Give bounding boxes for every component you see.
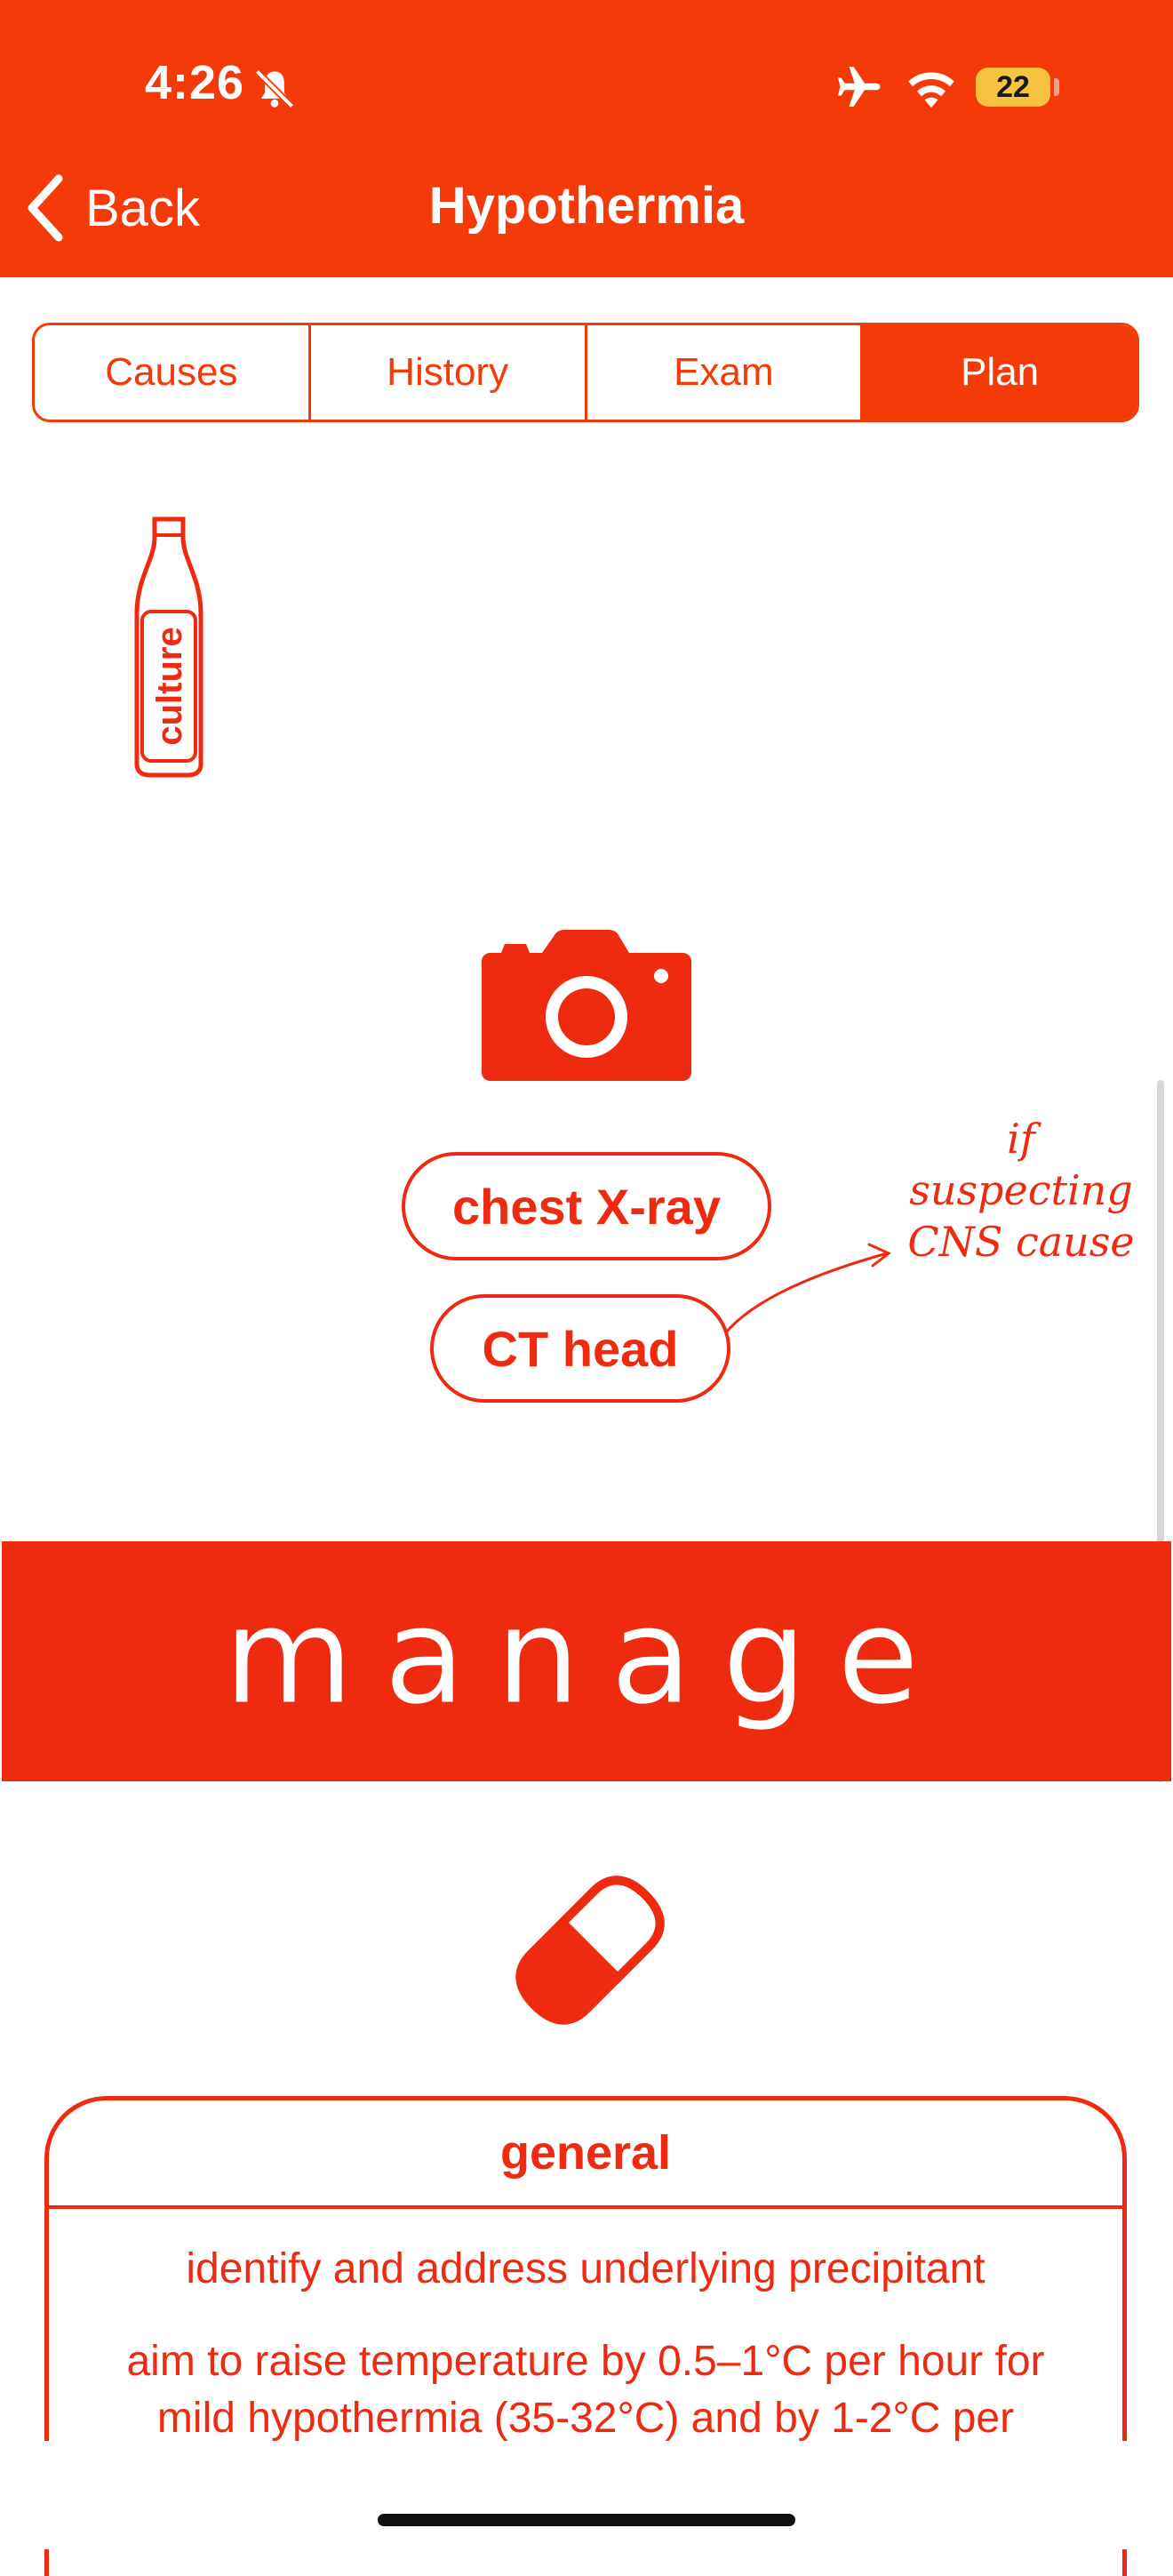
annotation-line: if: [1007, 1115, 1035, 1163]
home-indicator[interactable]: [378, 2514, 795, 2526]
ct-head-pill[interactable]: CT head: [430, 1294, 730, 1403]
card-title: general: [49, 2100, 1122, 2209]
manage-heading: manage: [223, 1580, 950, 1734]
tab-causes[interactable]: Causes: [35, 325, 311, 420]
capsule-icon: [515, 1876, 665, 2025]
tab-bar: Causes History Exam Plan: [32, 323, 1139, 422]
annotation-line: suspecting: [909, 1166, 1133, 1214]
tab-history[interactable]: History: [311, 325, 587, 420]
bell-slash-icon: [254, 68, 295, 109]
status-time: 4:26: [145, 56, 245, 109]
annotation-line: CNS cause: [907, 1218, 1135, 1266]
card-text: aim to raise temperature by 0.5–1°C per …: [126, 2338, 1045, 2442]
battery-icon: 22: [976, 68, 1050, 107]
manage-section-header: manage: [2, 1541, 1171, 1781]
culture-bottle-icon[interactable]: culture: [130, 516, 208, 779]
card-text: identify and address underlying precipit…: [186, 2245, 985, 2292]
tab-plan[interactable]: Plan: [863, 325, 1137, 420]
battery-cap: [1054, 78, 1059, 96]
header: 4:26 22 Back Hypothermia: [0, 0, 1173, 277]
bottom-safe-area: [0, 2441, 1173, 2549]
bottle-label: culture: [150, 627, 189, 745]
wifi-icon: [908, 72, 954, 108]
annotation-arrow-icon: [723, 1243, 891, 1334]
camera-icon: [482, 930, 691, 1081]
tab-exam[interactable]: Exam: [587, 325, 864, 420]
page-title: Hypothermia: [428, 177, 745, 235]
chest-xray-pill[interactable]: chest X-ray: [402, 1152, 771, 1260]
airplane-icon: [838, 67, 881, 107]
ct-annotation: if suspecting CNS cause: [892, 1113, 1150, 1268]
